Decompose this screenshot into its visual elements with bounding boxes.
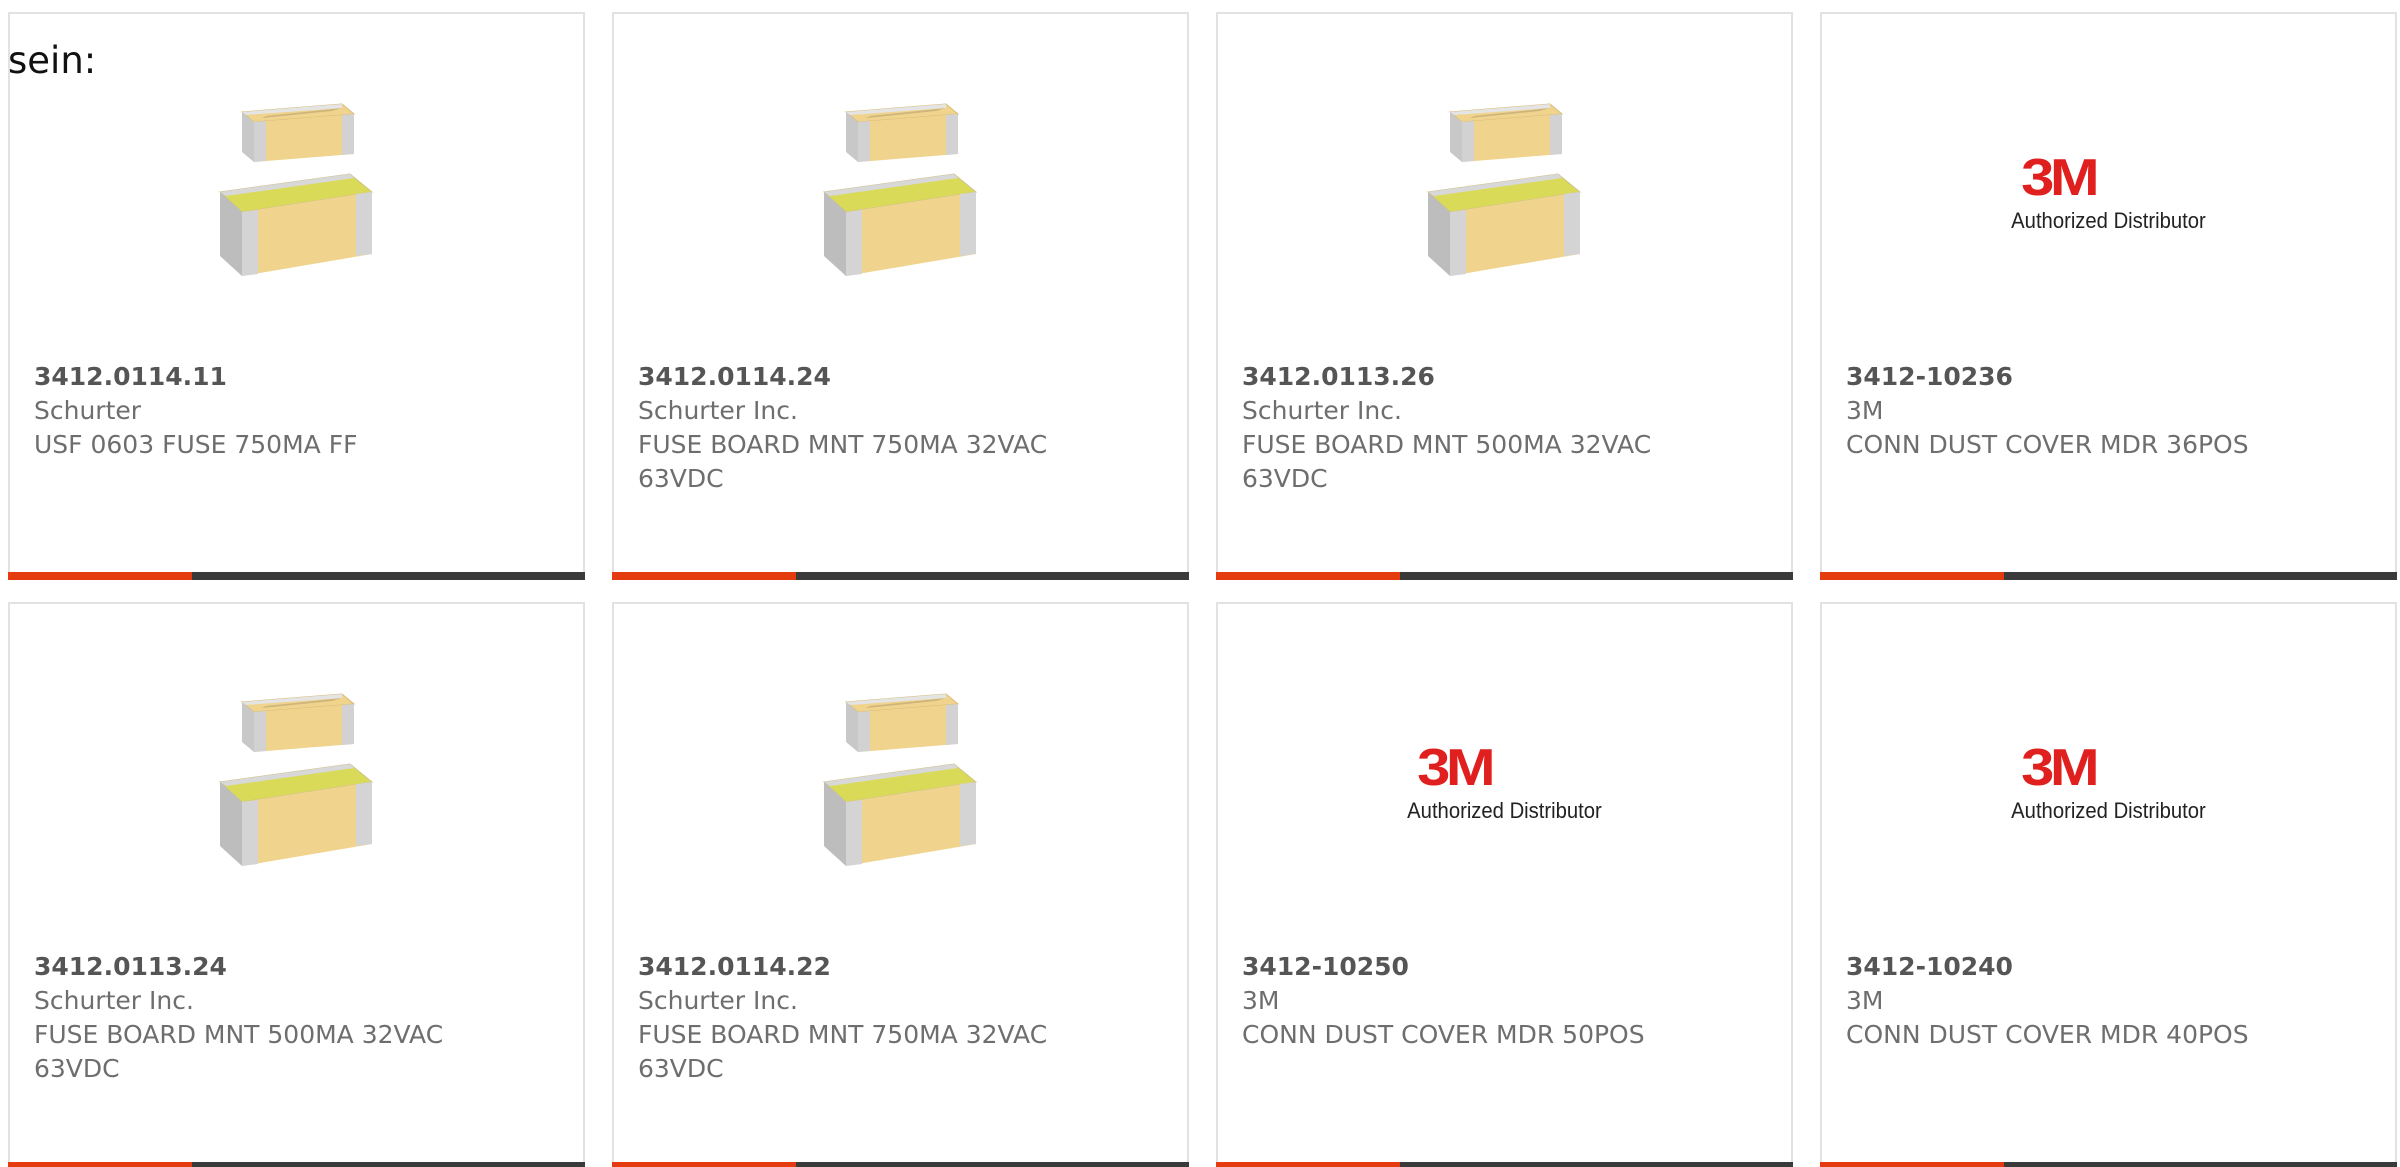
3m-logo-mark: 3M bbox=[2021, 149, 2101, 207]
3m-logo-mark: 3M bbox=[1417, 739, 1497, 797]
product-card[interactable]: 3412.0114.24 Schurter Inc. FUSE BOARD MN… bbox=[612, 12, 1189, 580]
product-grid-page: sein: 3412.0114.11 Schurter USF 0603 FUS… bbox=[0, 0, 2400, 1167]
card-bottom-bar bbox=[612, 1162, 1189, 1167]
product-info: 3412.0114.11 Schurter USF 0603 FUSE 750M… bbox=[34, 360, 494, 462]
product-card[interactable]: 3412.0114.11 Schurter USF 0603 FUSE 750M… bbox=[8, 12, 585, 580]
fuse-chip-image bbox=[822, 103, 977, 276]
product-description: FUSE BOARD MNT 750MA 32VAC 63VDC bbox=[638, 430, 1048, 493]
product-description: USF 0603 FUSE 750MA FF bbox=[34, 430, 358, 459]
product-image-fuse[interactable] bbox=[1218, 94, 1791, 314]
card-bottom-bar bbox=[1820, 1162, 2397, 1167]
product-image-3m-logo[interactable]: 3M Authorized Distributor bbox=[1822, 94, 2395, 314]
card-accent-bar bbox=[1216, 572, 1400, 580]
product-card[interactable]: 3M Authorized Distributor 3412-10236 3M … bbox=[1820, 12, 2397, 580]
card-accent-bar bbox=[612, 1162, 796, 1167]
product-part-number[interactable]: 3412-10240 bbox=[1846, 950, 2306, 984]
product-description: FUSE BOARD MNT 500MA 32VAC 63VDC bbox=[1242, 430, 1652, 493]
card-bottom-bar bbox=[8, 1162, 585, 1167]
product-image-fuse[interactable] bbox=[614, 684, 1187, 904]
product-image-fuse[interactable] bbox=[10, 684, 583, 904]
card-bottom-bar bbox=[1820, 572, 2397, 580]
product-card[interactable]: 3M Authorized Distributor 3412-10240 3M … bbox=[1820, 602, 2397, 1167]
card-bottom-bar bbox=[1216, 572, 1793, 580]
product-info: 3412.0114.22 Schurter Inc. FUSE BOARD MN… bbox=[638, 950, 1098, 1086]
product-card[interactable]: 3412.0113.26 Schurter Inc. FUSE BOARD MN… bbox=[1216, 12, 1793, 580]
product-image-fuse[interactable] bbox=[10, 94, 583, 314]
card-bottom-bar bbox=[1216, 1162, 1793, 1167]
card-accent-bar bbox=[1216, 1162, 1400, 1167]
fuse-chip-image bbox=[218, 693, 373, 866]
3m-logo: 3M Authorized Distributor bbox=[1218, 684, 1791, 824]
product-manufacturer: Schurter Inc. bbox=[34, 986, 194, 1015]
product-card[interactable]: 3412.0114.22 Schurter Inc. FUSE BOARD MN… bbox=[612, 602, 1189, 1167]
product-manufacturer: Schurter bbox=[34, 396, 142, 425]
fuse-chip-image bbox=[822, 693, 977, 866]
card-bottom-bar bbox=[612, 572, 1189, 580]
product-part-number[interactable]: 3412.0114.24 bbox=[638, 360, 1098, 394]
product-manufacturer: Schurter Inc. bbox=[1242, 396, 1402, 425]
product-info: 3412-10250 3M CONN DUST COVER MDR 50POS bbox=[1242, 950, 1702, 1052]
product-part-number[interactable]: 3412-10236 bbox=[1846, 360, 2306, 394]
product-description: FUSE BOARD MNT 750MA 32VAC 63VDC bbox=[638, 1020, 1048, 1083]
product-manufacturer: 3M bbox=[1242, 986, 1280, 1015]
product-part-number[interactable]: 3412.0114.11 bbox=[34, 360, 494, 394]
3m-logo-tagline: Authorized Distributor bbox=[2011, 798, 2206, 823]
product-description: CONN DUST COVER MDR 40POS bbox=[1846, 1020, 2249, 1049]
product-image-fuse[interactable] bbox=[614, 94, 1187, 314]
3m-logo-tagline: Authorized Distributor bbox=[2011, 208, 2206, 233]
product-manufacturer: 3M bbox=[1846, 986, 1884, 1015]
fuse-chip-image bbox=[218, 103, 373, 276]
product-manufacturer: Schurter Inc. bbox=[638, 396, 798, 425]
product-part-number[interactable]: 3412.0113.24 bbox=[34, 950, 494, 984]
3m-logo: 3M Authorized Distributor bbox=[1822, 94, 2395, 234]
product-info: 3412.0113.24 Schurter Inc. FUSE BOARD MN… bbox=[34, 950, 494, 1086]
3m-logo-tagline: Authorized Distributor bbox=[1407, 798, 1602, 823]
product-info: 3412-10240 3M CONN DUST COVER MDR 40POS bbox=[1846, 950, 2306, 1052]
card-accent-bar bbox=[8, 572, 192, 580]
product-part-number[interactable]: 3412-10250 bbox=[1242, 950, 1702, 984]
card-accent-bar bbox=[8, 1162, 192, 1167]
product-description: CONN DUST COVER MDR 50POS bbox=[1242, 1020, 1645, 1049]
card-accent-bar bbox=[1820, 572, 2004, 580]
card-accent-bar bbox=[1820, 1162, 2004, 1167]
product-info: 3412.0113.26 Schurter Inc. FUSE BOARD MN… bbox=[1242, 360, 1702, 496]
product-image-3m-logo[interactable]: 3M Authorized Distributor bbox=[1822, 684, 2395, 904]
product-manufacturer: Schurter Inc. bbox=[638, 986, 798, 1015]
lead-text: sein: bbox=[8, 39, 97, 82]
product-description: CONN DUST COVER MDR 36POS bbox=[1846, 430, 2249, 459]
product-card[interactable]: 3M Authorized Distributor 3412-10250 3M … bbox=[1216, 602, 1793, 1167]
product-info: 3412.0114.24 Schurter Inc. FUSE BOARD MN… bbox=[638, 360, 1098, 496]
product-info: 3412-10236 3M CONN DUST COVER MDR 36POS bbox=[1846, 360, 2306, 462]
product-description: FUSE BOARD MNT 500MA 32VAC 63VDC bbox=[34, 1020, 444, 1083]
product-card[interactable]: 3412.0113.24 Schurter Inc. FUSE BOARD MN… bbox=[8, 602, 585, 1167]
product-image-3m-logo[interactable]: 3M Authorized Distributor bbox=[1218, 684, 1791, 904]
card-bottom-bar bbox=[8, 572, 585, 580]
fuse-chip-image bbox=[1426, 103, 1581, 276]
product-manufacturer: 3M bbox=[1846, 396, 1884, 425]
card-accent-bar bbox=[612, 572, 796, 580]
product-part-number[interactable]: 3412.0114.22 bbox=[638, 950, 1098, 984]
3m-logo: 3M Authorized Distributor bbox=[1822, 684, 2395, 824]
product-part-number[interactable]: 3412.0113.26 bbox=[1242, 360, 1702, 394]
3m-logo-mark: 3M bbox=[2021, 739, 2101, 797]
